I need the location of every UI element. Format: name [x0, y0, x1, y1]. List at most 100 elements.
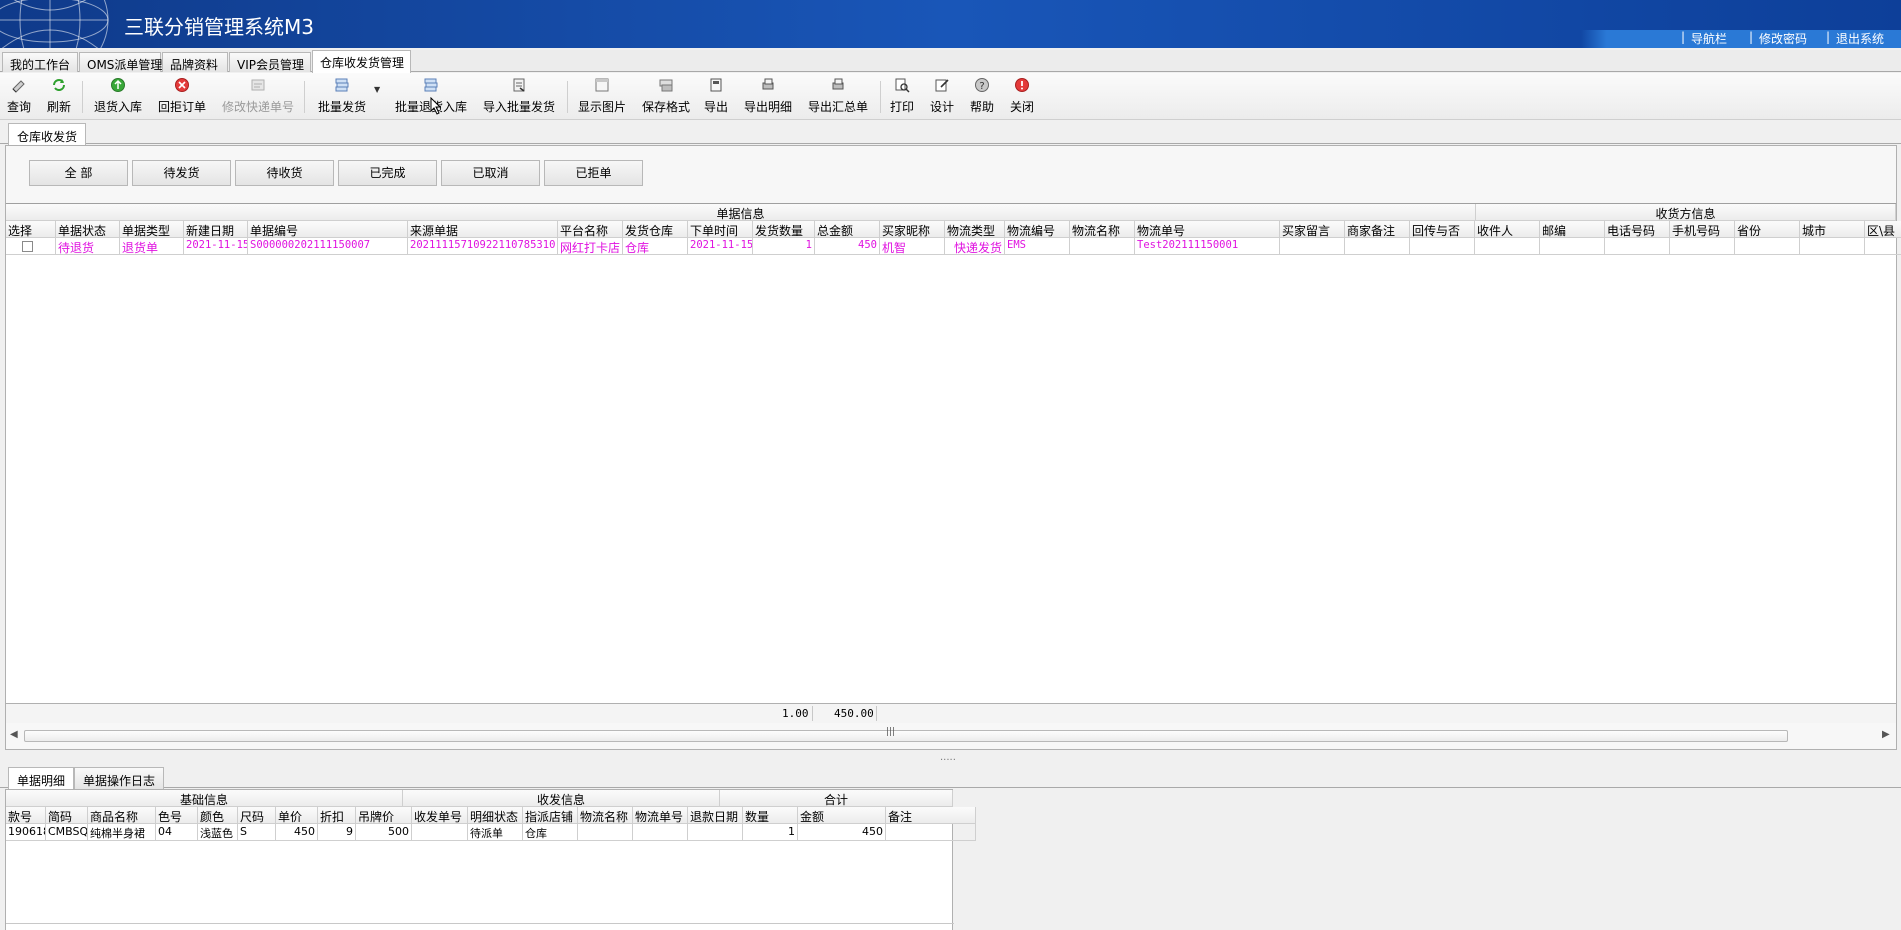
column-header[interactable]: 邮编	[1540, 221, 1605, 238]
export-detail-button[interactable]: 导出明细	[742, 77, 794, 117]
scroll-left-icon[interactable]: ◀	[10, 729, 18, 740]
column-header[interactable]: 物流名称	[1070, 221, 1135, 238]
export-detail-icon	[762, 78, 774, 90]
select-cell[interactable]	[6, 238, 56, 255]
column-header[interactable]: 省份	[1735, 221, 1800, 238]
column-header[interactable]: 明细状态	[468, 807, 523, 824]
column-header[interactable]: 电话号码	[1605, 221, 1670, 238]
return-stock-button[interactable]: 退货入库	[92, 77, 144, 117]
return-stock-icon	[111, 78, 125, 92]
tab-order-log[interactable]: 单据操作日志	[74, 767, 165, 789]
column-header[interactable]: 色号	[156, 807, 198, 824]
column-header[interactable]: 单价	[276, 807, 318, 824]
import-ship-button[interactable]: 导入批量发货	[481, 77, 557, 117]
save-format-button[interactable]: 保存格式	[640, 77, 692, 117]
column-header[interactable]: 商品名称	[88, 807, 156, 824]
column-header[interactable]: 物流名称	[578, 807, 633, 824]
column-header[interactable]: 尺码	[238, 807, 276, 824]
column-header[interactable]: 金额	[798, 807, 886, 824]
total-quantity: 1.00	[782, 707, 809, 720]
design-button[interactable]: 设计	[928, 77, 956, 117]
filter-pending-receive-button[interactable]: 待收货	[235, 160, 334, 186]
column-header[interactable]: 单据类型	[120, 221, 184, 238]
column-header[interactable]: 买家昵称	[880, 221, 945, 238]
scroll-right-icon[interactable]: ▶	[1882, 729, 1890, 740]
column-header[interactable]: 区\县	[1865, 221, 1901, 238]
tab-vip-members[interactable]: VIP会员管理	[229, 52, 311, 72]
column-header[interactable]: 折扣	[318, 807, 356, 824]
group-shipping-info: 收发信息	[403, 790, 720, 807]
table-cell	[1475, 238, 1540, 255]
query-button[interactable]: 查询	[4, 77, 34, 117]
filter-completed-button[interactable]: 已完成	[338, 160, 437, 186]
column-header[interactable]: 收发单号	[412, 807, 468, 824]
row-checkbox[interactable]	[22, 241, 33, 252]
main-tab-bar: 我的工作台 OMS派单管理 品牌资料 VIP会员管理 仓库收发货管理	[0, 50, 1901, 73]
column-header[interactable]: 发货数量	[753, 221, 815, 238]
filter-pending-ship-button[interactable]: 待发货	[132, 160, 231, 186]
splitter-grip-icon[interactable]: .....	[940, 752, 956, 763]
column-header[interactable]: 下单时间	[688, 221, 753, 238]
column-header[interactable]: 来源单据	[408, 221, 558, 238]
print-button[interactable]: 打印	[888, 77, 916, 117]
column-header[interactable]: 新建日期	[184, 221, 248, 238]
filter-rejected-button[interactable]: 已拒单	[544, 160, 643, 186]
refresh-icon	[53, 79, 65, 91]
tab-oms-dispatch[interactable]: OMS派单管理	[79, 52, 162, 72]
order-grid: 单据信息 收货方信息 选择 单据状态 单据类型 新建日期 单据编号 来源单据 平台名称 发货仓…	[6, 203, 1901, 703]
tab-my-workbench[interactable]: 我的工作台	[2, 52, 78, 72]
column-header[interactable]: 回传与否	[1410, 221, 1475, 238]
reject-order-button[interactable]: 回拒订单	[156, 77, 208, 117]
logout-link[interactable]: 退出系统	[1836, 30, 1884, 47]
table-cell	[578, 824, 633, 841]
export-icon	[710, 78, 722, 92]
nav-bar-link[interactable]: 导航栏	[1691, 30, 1727, 47]
column-header[interactable]: 退款日期	[688, 807, 743, 824]
refresh-button[interactable]: 刷新	[44, 77, 74, 117]
tab-warehouse-shipping-sub[interactable]: 仓库收发货	[8, 123, 87, 145]
column-header[interactable]: 指派店铺	[523, 807, 578, 824]
column-header[interactable]: 单据状态	[56, 221, 120, 238]
column-header[interactable]: 物流编号	[1005, 221, 1070, 238]
column-header[interactable]: 备注	[886, 807, 976, 824]
tab-order-detail[interactable]: 单据明细	[8, 767, 75, 789]
column-header[interactable]: 商家备注	[1345, 221, 1410, 238]
column-header[interactable]: 平台名称	[558, 221, 623, 238]
column-header[interactable]: 物流单号	[633, 807, 688, 824]
column-header[interactable]: 买家留言	[1280, 221, 1345, 238]
table-cell: 1	[743, 824, 798, 841]
filter-all-button[interactable]: 全 部	[29, 160, 128, 186]
column-header[interactable]: 单据编号	[248, 221, 408, 238]
tab-brand-info[interactable]: 品牌资料	[162, 52, 228, 72]
column-header[interactable]: 城市	[1800, 221, 1865, 238]
toolbar: 查询 刷新 退货入库 回拒订单 修改快递单号 批量发货 ▼ 批量退货入库 导入批…	[0, 73, 1901, 120]
help-button[interactable]: ? 帮助	[968, 77, 996, 117]
batch-ship-dropdown-icon[interactable]: ▼	[374, 85, 380, 94]
column-header[interactable]: 简码	[46, 807, 88, 824]
column-header[interactable]: 总金额	[815, 221, 880, 238]
scroll-thumb[interactable]	[24, 730, 1788, 742]
tab-warehouse-shipping[interactable]: 仓库收发货管理	[312, 50, 411, 73]
table-cell	[688, 824, 743, 841]
column-header[interactable]: 吊牌价	[356, 807, 412, 824]
export-button[interactable]: 导出	[702, 77, 730, 117]
column-header[interactable]: 发货仓库	[623, 221, 688, 238]
horizontal-scrollbar[interactable]: ◀ ||| ▶	[6, 726, 1896, 746]
show-image-button[interactable]: 显示图片	[576, 77, 628, 117]
edit-tracking-button[interactable]: 修改快递单号	[220, 77, 296, 117]
help-icon: ?	[975, 78, 989, 92]
batch-ship-button[interactable]: 批量发货	[314, 77, 370, 117]
column-header[interactable]: 数量	[743, 807, 798, 824]
column-header[interactable]: 收件人	[1475, 221, 1540, 238]
column-header[interactable]: 物流单号	[1135, 221, 1280, 238]
close-button[interactable]: 关闭	[1008, 77, 1036, 117]
filter-cancelled-button[interactable]: 已取消	[441, 160, 540, 186]
column-header[interactable]: 物流类型	[945, 221, 1005, 238]
column-header[interactable]: 款号	[6, 807, 46, 824]
change-password-link[interactable]: 修改密码	[1759, 30, 1807, 47]
column-header[interactable]: 选择	[6, 221, 56, 238]
export-summary-button[interactable]: 导出汇总单	[806, 77, 870, 117]
column-header[interactable]: 颜色	[198, 807, 238, 824]
table-cell	[1605, 238, 1670, 255]
column-header[interactable]: 手机号码	[1670, 221, 1735, 238]
